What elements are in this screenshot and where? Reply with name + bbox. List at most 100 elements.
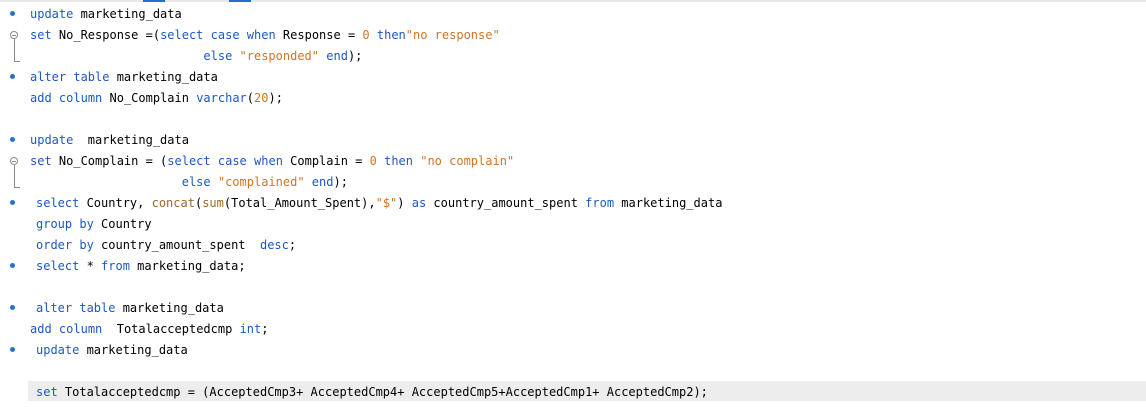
code-token: alter [36,301,73,315]
code-line[interactable]: add column No_Complain varchar(20); [30,88,283,109]
statement-marker-icon[interactable] [10,347,15,352]
code-token: Totalacceptedcmp = (AcceptedCmp3+ Accept… [57,385,708,399]
tab-indicator[interactable] [143,0,165,2]
code-token: ); [268,91,283,105]
fold-guide [14,39,20,62]
code-line[interactable]: else "complained" end); [30,172,348,193]
fold-guide [14,165,20,188]
code-token: marketing_data; [129,259,246,273]
code-token: "complained" [217,175,305,189]
code-token: update [36,343,80,357]
code-token: when [254,154,283,168]
code-line[interactable]: group by Country [36,214,152,235]
code-token: country_amount_spent [93,238,260,252]
code-line[interactable]: alter table marketing_data [36,298,224,319]
code-token: desc [259,238,289,252]
code-line[interactable]: select * from marketing_data; [36,256,246,277]
fold-collapse-icon[interactable] [10,31,18,39]
code-token: select [160,28,204,42]
code-token: marketing_data [109,70,218,84]
code-line[interactable]: set No_Complain = (select case when Comp… [30,151,514,172]
code-token: 0 [369,154,377,168]
code-token: ( [246,91,255,105]
code-token: 20 [254,91,269,105]
code-token: varchar [196,91,247,105]
sql-editor[interactable]: update marketing_data set No_Response =(s… [0,0,1146,407]
code-token: else [203,49,233,63]
code-token: add [30,91,52,105]
code-token: marketing_data [614,196,723,210]
code-token: concat [151,196,195,210]
code-token: Country [93,217,152,231]
statement-marker-icon[interactable] [10,74,15,79]
statement-marker-icon[interactable] [10,137,15,142]
code-line[interactable]: alter table marketing_data [30,67,218,88]
code-token: from [101,259,130,273]
code-token: set [36,385,58,399]
code-token: column [58,322,103,336]
code-token: set [30,28,52,42]
code-token: case [217,154,247,168]
code-line[interactable]: update marketing_data [36,340,188,361]
code-token: marketing_data [115,301,224,315]
code-token: marketing_data [73,7,182,21]
code-token: select [36,196,80,210]
code-token: column [58,91,103,105]
code-token: "no complain" [420,154,515,168]
code-token: then [384,154,413,168]
statement-marker-icon[interactable] [10,200,15,205]
fold-collapse-icon[interactable] [10,157,18,165]
code-token: else [181,175,211,189]
statement-marker-icon[interactable] [10,305,15,310]
code-line[interactable]: select Country, concat(sum(Total_Amount_… [36,193,722,214]
code-token: ); [347,49,363,63]
code-token: by [79,238,94,252]
statement-marker-icon[interactable] [10,263,15,268]
code-token: int [239,322,262,336]
code-token: table [79,301,116,315]
code-token: select [36,259,80,273]
code-token: as [411,196,427,210]
code-line[interactable]: update marketing_data [30,4,182,25]
code-token: "no response" [405,28,500,42]
code-line[interactable]: order by country_amount_spent desc; [36,235,296,256]
code-token: case [210,28,240,42]
code-line[interactable]: add column Totalacceptedcmp int; [30,319,268,340]
code-token: then [376,28,406,42]
code-token: No_Complain [102,91,197,105]
code-token: Country, [79,196,152,210]
code-token: No_Complain = ( [51,154,168,168]
code-token: from [585,196,615,210]
code-token: 0 [362,28,370,42]
code-token: marketing_data [79,343,188,357]
statement-marker-icon[interactable] [10,11,15,16]
code-line[interactable]: update marketing_data [30,130,189,151]
code-line[interactable]: else "responded" end); [30,46,362,67]
code-token: set [30,154,52,168]
tab-indicator[interactable] [229,0,251,2]
code-token: end [311,175,334,189]
code-token: Complain = [282,154,370,168]
code-token: * [79,259,102,273]
code-line[interactable]: set No_Response =(select case when Respo… [30,25,500,46]
code-token: alter [30,70,67,84]
editor-gutter[interactable] [0,0,24,407]
code-token: "responded" [239,49,320,63]
editor-top-border [0,0,1146,2]
code-line[interactable]: set Totalacceptedcmp = (AcceptedCmp3+ Ac… [36,382,708,403]
code-token: ; [288,238,297,252]
code-token: (Total_Amount_Spent), [223,196,376,210]
code-token: group [36,217,73,231]
code-token: by [79,217,94,231]
code-token: ); [333,175,348,189]
